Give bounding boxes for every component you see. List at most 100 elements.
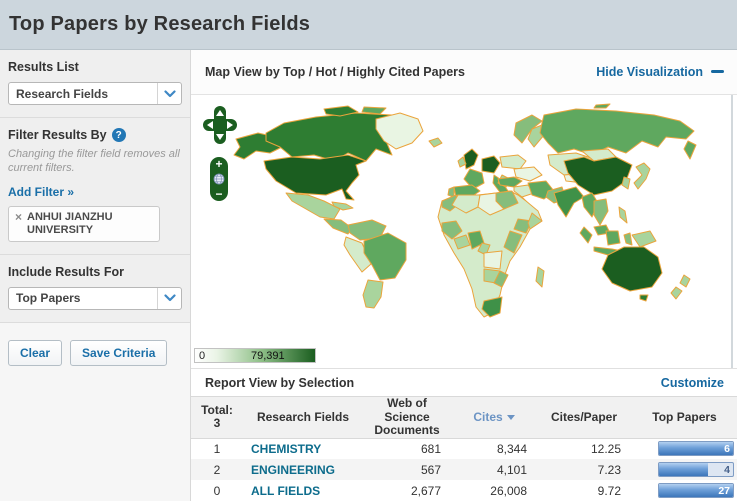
map-region-central-america[interactable]: [323, 218, 353, 235]
field-link[interactable]: CHEMISTRY: [251, 442, 321, 456]
map-region-kamchatka[interactable]: [683, 140, 697, 160]
map-region-japan[interactable]: [633, 162, 651, 190]
map-region-sulawesi[interactable]: [623, 232, 633, 246]
sidebar-buttons: Clear Save Criteria: [0, 323, 190, 383]
cites-cell: 4,101: [496, 462, 527, 477]
cites-cell: 26,008: [490, 483, 527, 498]
column-header-cites-per-paper[interactable]: Cites/Paper: [537, 396, 631, 439]
map-region-argentina[interactable]: [362, 279, 384, 309]
report-view-title: Report View by Selection: [205, 375, 355, 390]
map-region-sumatra[interactable]: [579, 226, 593, 244]
column-header-total: Total: 3: [191, 396, 243, 439]
rank-cell: 1: [213, 441, 221, 456]
report-header: Report View by Selection Customize: [191, 367, 737, 396]
total-label: Total:: [201, 402, 233, 417]
map-viewport: + − 0 79,391: [191, 94, 737, 368]
map-region-dr-congo[interactable]: [483, 250, 503, 270]
help-icon[interactable]: ?: [111, 128, 126, 142]
column-header-wos-documents[interactable]: Web of Science Documents: [363, 396, 451, 439]
hide-visualization-link[interactable]: Hide Visualization: [596, 65, 724, 79]
sidebar: Results List Research Fields Filter Resu…: [0, 50, 190, 501]
docs-cell: 681: [420, 441, 441, 456]
customize-link[interactable]: Customize: [661, 376, 724, 390]
filter-results-label: Filter Results By: [8, 128, 107, 142]
map-regions[interactable]: [233, 103, 697, 318]
column-header-research-fields[interactable]: Research Fields: [243, 396, 363, 439]
field-link[interactable]: ENGINEERING: [251, 463, 335, 477]
results-table: Total: 3 Research Fields Web of Science …: [191, 396, 737, 501]
top-papers-cell: 4: [631, 459, 737, 480]
map-region-thailand-vietnam[interactable]: [593, 198, 609, 226]
zoom-out-button[interactable]: −: [215, 188, 222, 200]
map-region-portugal[interactable]: [447, 186, 455, 198]
filter-tag-label: ANHUI JIANZHU UNIVERSITY: [27, 210, 113, 236]
globe-icon[interactable]: [213, 173, 225, 185]
field-link[interactable]: ALL FIELDS: [251, 484, 320, 498]
cites-per-paper-cell: 12.25: [590, 441, 621, 456]
collapse-minus-icon[interactable]: [711, 70, 724, 74]
page-header: Top Papers by Research Fields: [0, 0, 737, 50]
map-region-poland[interactable]: [499, 154, 527, 170]
zoom-in-button[interactable]: +: [215, 158, 222, 170]
top-papers-bar: 27: [658, 483, 734, 498]
filter-tag[interactable]: × ANHUI JIANZHU UNIVERSITY: [8, 205, 160, 242]
results-list-selected-value: Research Fields: [16, 86, 109, 101]
table-header-row: Total: 3 Research Fields Web of Science …: [191, 396, 737, 439]
cites-cell: 8,344: [496, 441, 527, 456]
column-header-cites[interactable]: Cites: [451, 396, 537, 439]
map-region-new-zealand-north[interactable]: [679, 274, 691, 288]
include-results-section: Include Results For Top Papers: [0, 254, 190, 323]
map-region-germany[interactable]: [481, 155, 501, 174]
field-cell: ALL FIELDS: [243, 480, 363, 501]
map-region-russia[interactable]: [539, 108, 695, 156]
chevron-down-icon[interactable]: [157, 287, 181, 309]
top-papers-value: 4: [724, 464, 730, 476]
map-region-india[interactable]: [553, 186, 585, 218]
map-region-borneo[interactable]: [605, 230, 621, 246]
bar-fill: [659, 463, 708, 476]
save-criteria-button[interactable]: Save Criteria: [70, 339, 168, 366]
map-region-australia[interactable]: [601, 246, 663, 292]
map-region-philippines[interactable]: [618, 206, 628, 224]
page-title: Top Papers by Research Fields: [9, 13, 311, 35]
map-header: Map View by Top / Hot / Highly Cited Pap…: [191, 50, 737, 95]
legend-min-value: 0: [199, 349, 206, 362]
remove-filter-icon[interactable]: ×: [15, 210, 22, 237]
map-region-tasmania[interactable]: [639, 294, 649, 302]
include-results-label: Include Results For: [8, 264, 124, 279]
map-region-usa[interactable]: [263, 154, 367, 201]
table-row: 1 CHEMISTRY 681 8,344 12.25 6: [191, 438, 737, 459]
map-region-uk[interactable]: [463, 148, 479, 170]
map-region-brazil[interactable]: [363, 232, 407, 281]
map-zoom-control[interactable]: + −: [210, 156, 228, 201]
map-region-iceland[interactable]: [428, 137, 443, 148]
map-region-turkey[interactable]: [497, 176, 523, 188]
world-map[interactable]: [196, 103, 736, 348]
results-list-section: Results List Research Fields: [0, 50, 190, 118]
field-cell: CHEMISTRY: [243, 438, 363, 459]
top-papers-bar: 6: [658, 441, 734, 457]
table-row: 0 ALL FIELDS 2,677 26,008 9.72 27: [191, 480, 737, 501]
map-region-new-zealand-south[interactable]: [670, 286, 683, 300]
map-region-korea[interactable]: [621, 176, 631, 190]
rank-cell: 2: [213, 462, 221, 477]
column-header-top-papers[interactable]: Top Papers: [631, 396, 737, 439]
sort-descending-icon: [506, 414, 515, 420]
add-filter-link[interactable]: Add Filter »: [8, 185, 74, 199]
map-region-mexico[interactable]: [285, 192, 341, 220]
docs-cell: 2,677: [410, 483, 441, 498]
map-region-arctic-islands-2[interactable]: [361, 106, 387, 115]
results-list-select[interactable]: Research Fields: [8, 82, 182, 105]
map-region-madagascar[interactable]: [535, 266, 545, 288]
map-region-new-guinea[interactable]: [631, 230, 657, 248]
clear-button[interactable]: Clear: [8, 339, 63, 366]
include-results-select[interactable]: Top Papers: [8, 286, 182, 310]
map-region-russia-islands[interactable]: [593, 103, 611, 109]
chevron-down-icon[interactable]: [157, 83, 181, 104]
map-right-border: [731, 94, 733, 368]
map-pan-control[interactable]: [203, 104, 237, 146]
docs-cell: 567: [420, 462, 441, 477]
main-panel: Map View by Top / Hot / Highly Cited Pap…: [190, 50, 737, 501]
rank-cell: 0: [213, 483, 221, 498]
map-view-title: Map View by Top / Hot / Highly Cited Pap…: [205, 64, 465, 79]
